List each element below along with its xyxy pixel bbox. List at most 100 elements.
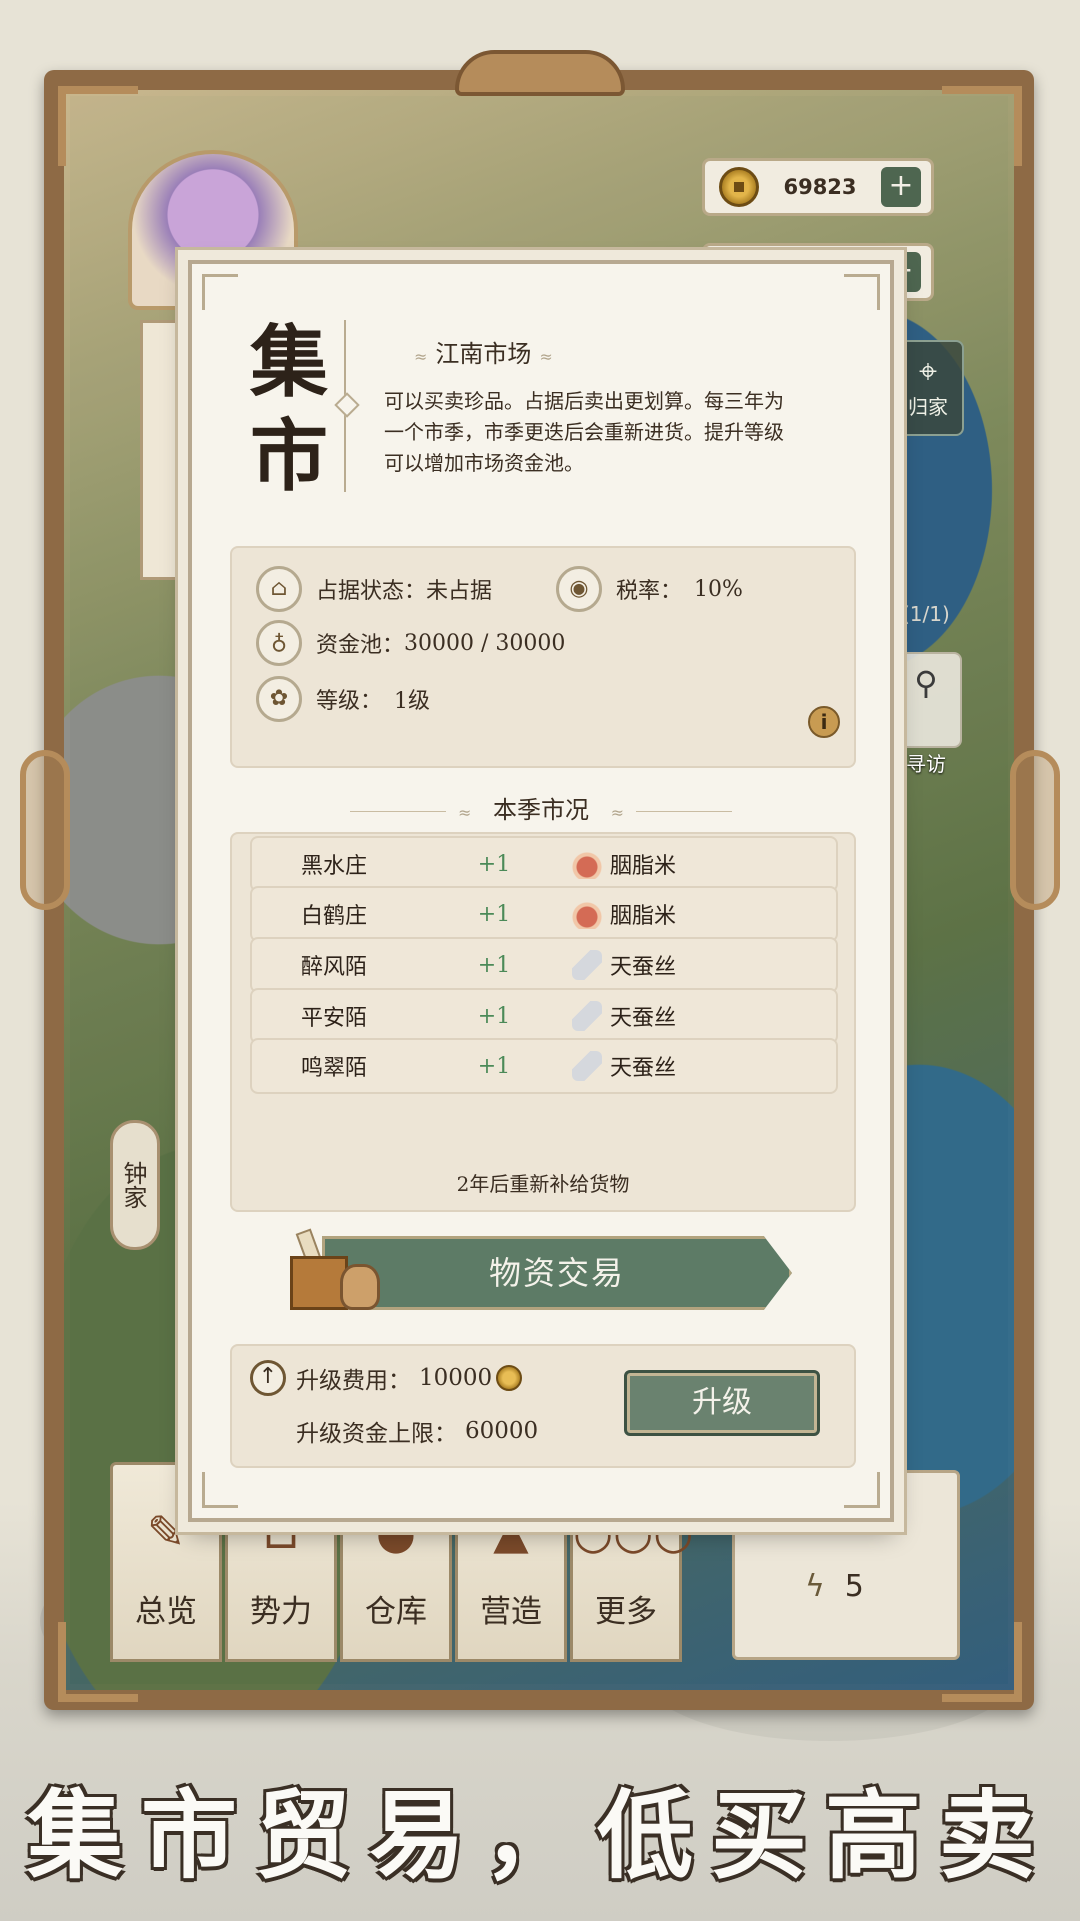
market-name: ≈ 江南市场 ≈	[406, 334, 561, 369]
market-row[interactable]: 醉风陌 +1 天蚕丝	[250, 937, 838, 993]
cloud-ornament-icon: ≈	[539, 347, 553, 366]
silk-icon	[572, 950, 602, 980]
occupy-status: ⌂ 占据状态： 未占据	[256, 566, 492, 612]
level-value: 1级	[394, 689, 431, 714]
nav-label: 营造	[480, 1594, 542, 1630]
stock-change: +1	[477, 901, 511, 927]
silk-icon	[572, 1051, 602, 1081]
upgrade-cost-label: 升级费用：	[296, 1368, 411, 1394]
add-coins-button[interactable]: +	[881, 167, 921, 207]
divider-line	[349, 811, 446, 812]
market-status-card: ⌂ 占据状态： 未占据 ◉ 税率： 10% ♁ 资金池： 30000 / 300…	[230, 546, 856, 768]
season-market-list: 黑水庄 +1 胭脂米 白鹤庄 +1 胭脂米 醉风陌 +1 天蚕丝 平安陌 +1 …	[230, 832, 856, 1212]
occupy-value: 未占据	[426, 579, 493, 604]
building-icon: ⌂	[256, 566, 302, 612]
level-label: 等级：	[316, 689, 383, 714]
upgrade-card: ↑ 升级费用： 10000 升级资金上限： 60000 升级	[230, 1344, 856, 1468]
coin-bag-icon	[340, 1264, 380, 1310]
coin-icon	[496, 1365, 523, 1391]
tax-rate: ◉ 税率： 10%	[556, 566, 743, 612]
location-pin-icon: ⌖	[918, 352, 938, 390]
tax-value: 10%	[694, 576, 743, 602]
upgrade-cost-value: 10000	[419, 1365, 493, 1391]
trade-button[interactable]: 物资交易	[322, 1236, 792, 1310]
goods-name: 胭脂米	[610, 854, 677, 879]
coin-counter: 69823 +	[702, 158, 934, 216]
goods-name: 天蚕丝	[610, 955, 677, 980]
market-dialog: 集市 ≈ 江南市场 ≈ 可以买卖珍品。占据后卖出更划算。每三年为一个市季，市季更迭后…	[188, 260, 894, 1522]
market-row[interactable]: 黑水庄 +1 胭脂米	[250, 836, 838, 892]
upgrade-cap-value: 60000	[465, 1418, 539, 1444]
village-name: 白鹤庄	[300, 904, 367, 929]
nav-label: 更多	[595, 1594, 657, 1630]
frame-side-ornament	[1010, 750, 1060, 910]
info-icon[interactable]: i	[808, 706, 840, 738]
market-name-text: 江南市场	[435, 340, 532, 368]
upgrade-button[interactable]: 升级	[624, 1370, 820, 1436]
upgrade-cap-label: 升级资金上限：	[296, 1421, 457, 1447]
market-description: 可以买卖珍品。占据后卖出更划算。每三年为一个市季，市季更迭后会重新进货。提升等级…	[384, 389, 784, 475]
cloud-ornament-icon: ≈	[610, 803, 625, 822]
upgrade-cap: 升级资金上限： 60000	[296, 1414, 538, 1448]
energy-readout: ϟ5	[805, 1569, 864, 1604]
goods-crate-icon	[284, 1222, 384, 1318]
village-name: 平安陌	[300, 1006, 367, 1031]
search-button[interactable]: ⚲ 寻访	[890, 652, 962, 776]
stock-change: +1	[477, 952, 511, 978]
frame-corner-ornament	[942, 86, 1022, 166]
nav-label: 势力	[250, 1594, 312, 1630]
tax-label: 税率：	[616, 579, 683, 604]
family-tag[interactable]: 钟家	[110, 1120, 160, 1250]
magnifier-icon: ⚲	[914, 664, 938, 702]
goods-name: 天蚕丝	[610, 1006, 677, 1031]
village-name: 醉风陌	[300, 955, 367, 980]
stock-change: +1	[477, 1053, 511, 1079]
lightning-icon: ϟ	[805, 1569, 825, 1604]
dialog-title: 集市	[249, 317, 328, 502]
promo-slogan: 集市贸易，低买高卖	[27, 1779, 1053, 1892]
restock-note: 2年后重新补给货物	[456, 1172, 630, 1196]
fund-value: 30000 / 30000	[404, 630, 566, 656]
dialog-corner-ornament	[202, 274, 238, 310]
stock-change: +1	[477, 851, 511, 877]
section-title: 本季市况	[493, 796, 589, 824]
dialog-corner-ornament	[202, 1472, 238, 1508]
stock-change: +1	[477, 1003, 511, 1029]
goods-name: 胭脂米	[610, 904, 677, 929]
goods-name: 天蚕丝	[610, 1056, 677, 1081]
market-row[interactable]: 平安陌 +1 天蚕丝	[250, 988, 838, 1044]
fund-pool: ♁ 资金池： 30000 / 30000	[256, 620, 565, 666]
cloud-ornament-icon: ≈	[414, 347, 428, 366]
rice-bag-icon	[572, 899, 602, 929]
market-row[interactable]: 鸣翠陌 +1 天蚕丝	[250, 1038, 838, 1094]
village-name: 鸣翠陌	[300, 1056, 367, 1081]
coin-icon: ◉	[556, 566, 602, 612]
energy-value: 5	[844, 1569, 864, 1604]
frame-top-ornament	[455, 50, 625, 96]
frame-corner-ornament	[58, 86, 138, 166]
money-bag-icon: ♁	[256, 620, 302, 666]
coin-value: 69823	[783, 175, 857, 199]
coin-icon	[719, 167, 759, 207]
upgrade-arrow-icon: ↑	[250, 1360, 286, 1396]
village-name: 黑水庄	[300, 854, 367, 879]
dialog-corner-ornament	[844, 1472, 880, 1508]
cloud-ornament-icon: ≈	[457, 803, 472, 822]
occupy-label: 占据状态：	[316, 579, 427, 604]
upgrade-cost: ↑ 升级费用： 10000	[250, 1360, 523, 1396]
title-divider	[344, 320, 346, 492]
market-row[interactable]: 白鹤庄 +1 胭脂米	[250, 886, 838, 942]
home-button[interactable]: ⌖ 归家	[892, 340, 964, 436]
season-section-header: ≈ 本季市况 ≈	[192, 790, 890, 825]
rice-bag-icon	[572, 849, 602, 879]
frame-side-ornament	[20, 750, 70, 910]
dialog-corner-ornament	[844, 274, 880, 310]
search-button-label: 寻访	[906, 752, 946, 776]
home-button-label: 归家	[908, 395, 948, 419]
fund-label: 资金池：	[316, 633, 405, 658]
divider-line	[636, 811, 733, 812]
nav-label: 仓库	[365, 1594, 427, 1630]
market-level: ✿ 等级： 1级	[256, 676, 430, 722]
silk-icon	[572, 1001, 602, 1031]
map-counter: (1/1)	[902, 602, 950, 626]
